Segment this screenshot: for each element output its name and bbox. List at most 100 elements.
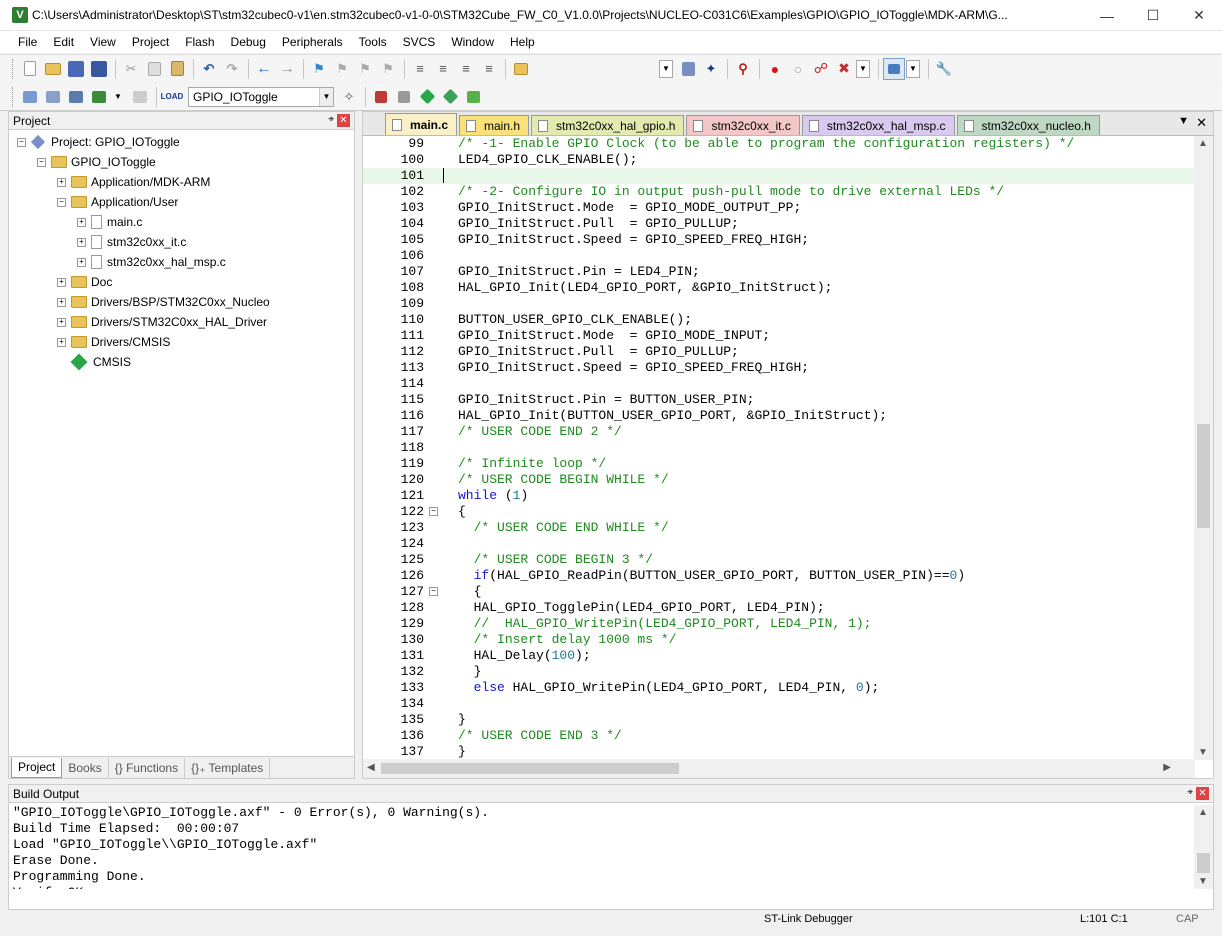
open-file-icon[interactable] [42,58,64,80]
unindent-icon[interactable]: ≡ [432,58,454,80]
chevron-down-icon[interactable]: ▼ [319,87,333,106]
code-line[interactable]: 127 {− [363,584,1195,600]
window-layout-icon[interactable] [883,57,905,80]
code-line[interactable]: 109 [363,296,1195,312]
clear-bookmarks-icon[interactable]: ⚑ [377,58,399,80]
file-extensions-icon[interactable] [370,86,392,108]
navigate-back-icon[interactable]: ← [253,58,275,80]
build-icon[interactable] [42,86,64,108]
code-line[interactable]: 103 GPIO_InitStruct.Mode = GPIO_MODE_OUTP… [363,200,1195,216]
new-file-icon[interactable] [19,58,41,80]
editor-horizontal-scrollbar[interactable]: ◀ ▶ [363,759,1195,778]
fold-collapse-icon[interactable]: − [429,507,438,516]
code-line[interactable]: 132 } [363,664,1195,680]
panel-tab-0[interactable]: Project [11,757,63,778]
code-line[interactable]: 125 /* USER CODE BEGIN 3 */ [363,552,1195,568]
tree-item[interactable]: + Doc [57,272,112,292]
scroll-left-icon[interactable]: ◀ [367,762,375,773]
code-line[interactable]: 136 /* USER CODE END 3 */ [363,728,1195,744]
tree-item[interactable]: − Application/User [57,192,178,212]
code-line[interactable]: 104 GPIO_InitStruct.Pull = GPIO_PULLUP; [363,216,1195,232]
kill-breakpoints-icon[interactable]: ✖ [833,58,855,80]
menu-debug[interactable]: Debug [223,35,274,49]
save-icon[interactable] [65,58,87,80]
collapse-icon[interactable]: − [37,157,46,167]
editor-tab[interactable]: stm32c0xx_it.c [686,115,800,135]
code-line[interactable]: 108 HAL_GPIO_Init(LED4_GPIO_PORT, &GPIO_I… [363,280,1195,296]
expand-icon[interactable]: + [77,257,86,267]
menu-edit[interactable]: Edit [45,35,82,49]
tree-item[interactable]: − GPIO_IOToggle [37,152,156,172]
copy-icon[interactable] [143,58,165,80]
code-line[interactable]: 122 {− [363,504,1195,520]
collapse-icon[interactable]: − [17,137,26,147]
code-line[interactable]: 106 [363,248,1195,264]
tree-item[interactable]: CMSIS [57,352,131,372]
close-tab-icon[interactable]: ✕ [1196,115,1207,131]
code-line[interactable]: 129 // HAL_GPIO_WritePin(LED4_GPIO_PORT,… [363,616,1195,632]
panel-tab-2[interactable]: {} Functions [109,757,186,778]
editor-hscroll-thumb[interactable] [381,763,679,774]
code-line[interactable]: 128 HAL_GPIO_TogglePin(LED4_GPIO_PORT, L… [363,600,1195,616]
maximize-button[interactable]: ☐ [1130,0,1176,31]
tree-item[interactable]: + Drivers/CMSIS [57,332,170,352]
scroll-up-icon[interactable]: ▲ [1198,138,1208,149]
batch-build-icon[interactable] [88,86,110,108]
paste-icon[interactable] [166,58,188,80]
code-line[interactable]: 124 [363,536,1195,552]
fold-collapse-icon[interactable]: − [429,587,438,596]
menu-help[interactable]: Help [502,35,543,49]
code-line[interactable]: 130 /* Insert delay 1000 ms */ [363,632,1195,648]
editor-tab[interactable]: stm32c0xx_hal_gpio.h [531,115,685,135]
disable-breakpoints-icon[interactable]: ☍ [810,58,832,80]
code-line[interactable]: 135} [363,712,1195,728]
expand-icon[interactable]: + [57,277,66,287]
expand-icon[interactable]: + [77,237,86,247]
code-editor[interactable]: 99 /* -1- Enable GPIO Clock (to be able t… [363,136,1195,760]
code-line[interactable]: 114 [363,376,1195,392]
code-line[interactable]: 123 /* USER CODE END WHILE */ [363,520,1195,536]
expand-icon[interactable]: + [77,217,86,227]
scroll-down-icon[interactable]: ▼ [1198,747,1208,758]
cut-icon[interactable]: ✂ [120,58,142,80]
tab-list-dropdown-icon[interactable]: ▼ [1178,115,1189,127]
tree-item[interactable]: − Project: GPIO_IOToggle [17,132,180,152]
expand-icon[interactable]: + [57,177,66,187]
editor-tab[interactable]: stm32c0xx_nucleo.h [956,115,1100,135]
debug-session-icon[interactable]: ⚲ [732,58,754,80]
code-line[interactable]: 121 while (1) [363,488,1195,504]
save-all-icon[interactable] [88,58,110,80]
tree-item[interactable]: + stm32c0xx_hal_msp.c [77,252,226,272]
close-window-button[interactable]: ✕ [1176,0,1222,31]
menu-file[interactable]: File [10,35,45,49]
code-line[interactable]: 116 HAL_GPIO_Init(BUTTON_USER_GPIO_PORT, … [363,408,1195,424]
insert-bookmark-icon[interactable]: ⚑ [308,58,330,80]
code-line[interactable]: 120 /* USER CODE BEGIN WHILE */ [363,472,1195,488]
manage-project-items-icon[interactable] [393,86,415,108]
editor-tab[interactable]: main.c [385,113,458,135]
download-icon[interactable]: LOAD [161,86,184,108]
menu-view[interactable]: View [82,35,124,49]
find-icon[interactable] [677,58,699,80]
previous-bookmark-icon[interactable]: ⚑ [331,58,353,80]
stop-build-icon[interactable] [129,86,151,108]
find-in-files-icon[interactable] [510,58,532,80]
panel-tab-3[interactable]: {}₊ Templates [185,757,271,778]
editor-tab[interactable]: stm32c0xx_hal_msp.c [801,115,955,135]
translate-icon[interactable] [19,86,41,108]
breakpoints-dropdown[interactable]: ▼ [856,59,870,78]
tree-item[interactable]: + Drivers/BSP/STM32C0xx_Nucleo [57,292,270,312]
indent-icon[interactable]: ≡ [409,58,431,80]
editor-vscroll-thumb[interactable] [1197,424,1210,528]
close-icon[interactable]: ✕ [337,114,350,127]
code-line[interactable]: 134 [363,696,1195,712]
incremental-find-icon[interactable]: ✦ [700,58,722,80]
code-line[interactable]: 110 BUTTON_USER_GPIO_CLK_ENABLE(); [363,312,1195,328]
undo-icon[interactable]: ↶ [198,58,220,80]
expand-icon[interactable]: + [57,297,66,307]
editor-tab[interactable]: main.h [459,115,530,135]
manage-run-time-environment-icon[interactable] [416,86,438,108]
insert-breakpoint-icon[interactable]: ● [764,58,786,80]
code-line[interactable]: 113 GPIO_InitStruct.Speed = GPIO_SPEED_FR… [363,360,1195,376]
menu-peripherals[interactable]: Peripherals [274,35,351,49]
